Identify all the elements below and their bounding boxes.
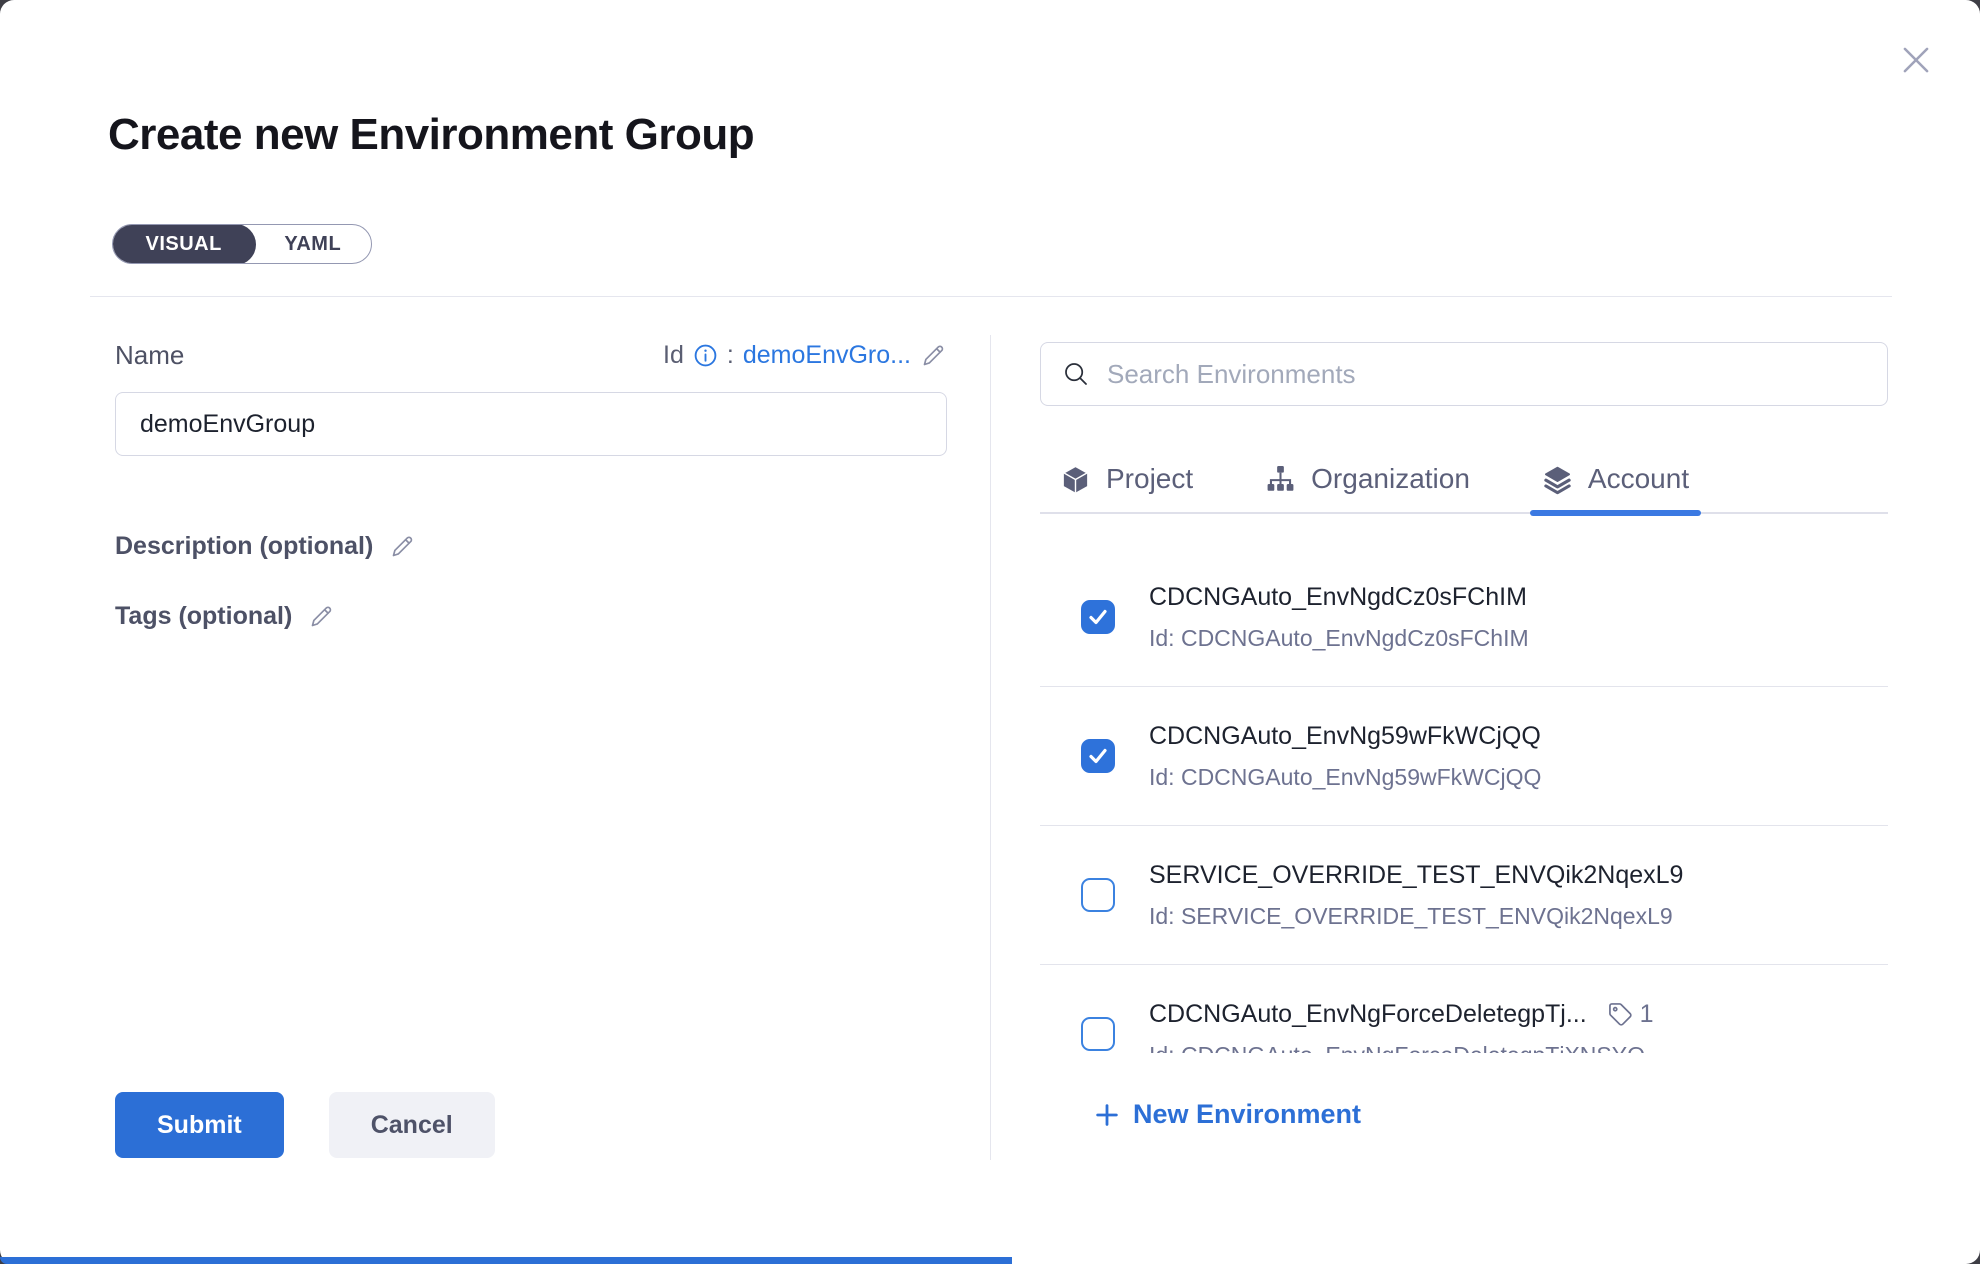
edit-id-pencil-icon[interactable] xyxy=(920,342,947,369)
env-checkbox[interactable] xyxy=(1081,739,1115,773)
id-colon: : xyxy=(727,341,734,370)
screen-background: Create new Environment Group VISUAL YAML… xyxy=(0,0,1980,1264)
layers-icon xyxy=(1542,464,1573,495)
id-label: Id xyxy=(663,341,684,370)
page-title: Create new Environment Group xyxy=(108,110,754,160)
org-chart-icon xyxy=(1265,464,1296,495)
create-environment-group-modal: Create new Environment Group VISUAL YAML… xyxy=(0,0,1980,1264)
tags-label: Tags (optional) xyxy=(115,602,292,631)
env-name: SERVICE_OVERRIDE_TEST_ENVQik2NqexL9 xyxy=(1149,860,1683,890)
edit-tags-pencil-icon[interactable] xyxy=(308,603,335,630)
environment-row[interactable]: CDCNGAuto_EnvNgdCz0sFChIM Id: CDCNGAuto_… xyxy=(1040,548,1888,687)
scope-tabs: Project Organization xyxy=(1040,446,1888,514)
description-label: Description (optional) xyxy=(115,532,373,561)
search-icon xyxy=(1061,359,1091,389)
cube-icon xyxy=(1060,464,1091,495)
new-environment-label: New Environment xyxy=(1133,1099,1361,1130)
environment-row[interactable]: CDCNGAuto_EnvNg59wFkWCjQQ Id: CDCNGAuto_… xyxy=(1040,687,1888,826)
tab-organization[interactable]: Organization xyxy=(1265,446,1470,512)
env-id: Id: SERVICE_OVERRIDE_TEST_ENVQik2NqexL9 xyxy=(1149,902,1683,930)
footer-actions: Submit Cancel xyxy=(115,1092,495,1158)
edit-description-pencil-icon[interactable] xyxy=(389,533,416,560)
tab-project[interactable]: Project xyxy=(1060,446,1193,512)
environment-selector-panel: Project Organization xyxy=(1040,342,1888,1134)
name-label: Name xyxy=(115,340,184,371)
bottom-accent-strip xyxy=(0,1257,1012,1264)
env-tag-badge: 1 xyxy=(1607,1000,1654,1029)
new-environment-button[interactable]: New Environment xyxy=(1093,1099,1361,1130)
cancel-button[interactable]: Cancel xyxy=(329,1092,495,1158)
description-row: Description (optional) xyxy=(115,532,416,561)
search-environments-input[interactable] xyxy=(1107,343,1887,405)
toggle-yaml[interactable]: YAML xyxy=(254,225,371,263)
tab-project-label: Project xyxy=(1106,463,1193,495)
env-id: Id: CDCNGAuto_EnvNgForceDeletegpTjXNSYQ xyxy=(1149,1041,1654,1053)
name-input[interactable] xyxy=(115,392,947,456)
env-name: CDCNGAuto_EnvNgForceDeletegpTj... xyxy=(1149,999,1587,1029)
plus-icon xyxy=(1093,1101,1121,1129)
header-divider xyxy=(90,296,1892,297)
env-checkbox[interactable] xyxy=(1081,1017,1115,1051)
tag-icon xyxy=(1607,1001,1634,1028)
env-text: CDCNGAuto_EnvNgForceDeletegpTj... 1 Id: … xyxy=(1149,999,1654,1053)
env-text: CDCNGAuto_EnvNgdCz0sFChIM Id: CDCNGAuto_… xyxy=(1149,582,1529,652)
id-group: Id : demoEnvGro... xyxy=(663,341,947,370)
tag-count: 1 xyxy=(1640,1000,1654,1029)
env-id: Id: CDCNGAuto_EnvNgdCz0sFChIM xyxy=(1149,624,1529,652)
env-text: SERVICE_OVERRIDE_TEST_ENVQik2NqexL9 Id: … xyxy=(1149,860,1683,930)
env-group-form: Name Id : demoEnvGro... xyxy=(115,340,947,1040)
env-id: Id: CDCNGAuto_EnvNg59wFkWCjQQ xyxy=(1149,763,1541,791)
search-box xyxy=(1040,342,1888,406)
tags-row: Tags (optional) xyxy=(115,602,335,631)
name-row: Name Id : demoEnvGro... xyxy=(115,340,947,371)
submit-button[interactable]: Submit xyxy=(115,1092,284,1158)
visual-yaml-toggle: VISUAL YAML xyxy=(112,224,372,264)
close-icon[interactable] xyxy=(1894,38,1938,82)
environment-row[interactable]: SERVICE_OVERRIDE_TEST_ENVQik2NqexL9 Id: … xyxy=(1040,826,1888,965)
environment-list: CDCNGAuto_EnvNgdCz0sFChIM Id: CDCNGAuto_… xyxy=(1040,548,1888,1053)
env-text: CDCNGAuto_EnvNg59wFkWCjQQ Id: CDCNGAuto_… xyxy=(1149,721,1541,791)
env-checkbox[interactable] xyxy=(1081,600,1115,634)
tab-account-label: Account xyxy=(1588,463,1689,495)
env-name: CDCNGAuto_EnvNgdCz0sFChIM xyxy=(1149,582,1527,612)
env-checkbox[interactable] xyxy=(1081,878,1115,912)
info-icon[interactable] xyxy=(693,343,718,368)
environment-row[interactable]: CDCNGAuto_EnvNgForceDeletegpTj... 1 Id: … xyxy=(1040,965,1888,1053)
tab-organization-label: Organization xyxy=(1311,463,1470,495)
panel-divider xyxy=(990,335,991,1160)
toggle-visual[interactable]: VISUAL xyxy=(112,224,256,264)
env-name: CDCNGAuto_EnvNg59wFkWCjQQ xyxy=(1149,721,1541,751)
tab-account[interactable]: Account xyxy=(1542,446,1689,512)
id-value-link[interactable]: demoEnvGro... xyxy=(743,341,911,370)
